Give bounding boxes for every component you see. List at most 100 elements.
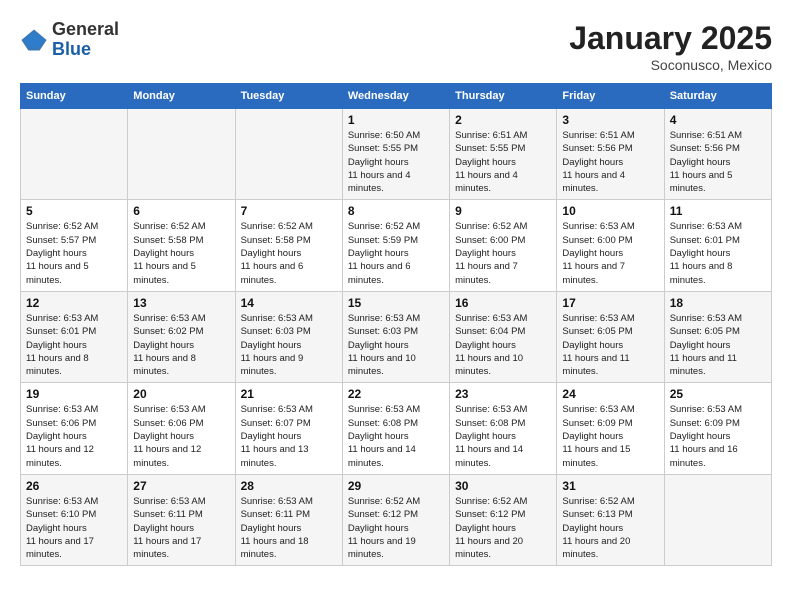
day-number: 29 xyxy=(348,479,444,493)
calendar-cell: 4 Sunrise: 6:51 AMSunset: 5:56 PMDaylight… xyxy=(664,109,771,200)
calendar-cell: 13 Sunrise: 6:53 AMSunset: 6:02 PMDayligh… xyxy=(128,291,235,382)
calendar-week-row: 1Sunrise: 6:50 AMSunset: 5:55 PMDaylight… xyxy=(21,109,772,200)
day-info: Sunrise: 6:51 AMSunset: 5:56 PMDaylight … xyxy=(670,129,766,195)
calendar-cell: 26Sunrise: 6:53 AMSunset: 6:10 PMDayligh… xyxy=(21,474,128,565)
calendar-cell: 20 Sunrise: 6:53 AMSunset: 6:06 PMDayligh… xyxy=(128,383,235,474)
calendar-cell: 2 Sunrise: 6:51 AMSunset: 5:55 PMDaylight… xyxy=(450,109,557,200)
calendar-week-row: 26Sunrise: 6:53 AMSunset: 6:10 PMDayligh… xyxy=(21,474,772,565)
calendar-cell xyxy=(21,109,128,200)
calendar-cell: 7Sunrise: 6:52 AMSunset: 5:58 PMDaylight… xyxy=(235,200,342,291)
calendar-week-row: 12 Sunrise: 6:53 AMSunset: 6:01 PMDayligh… xyxy=(21,291,772,382)
calendar-cell: 29Sunrise: 6:52 AMSunset: 6:12 PMDayligh… xyxy=(342,474,449,565)
calendar-cell: 3Sunrise: 6:51 AMSunset: 5:56 PMDaylight… xyxy=(557,109,664,200)
day-number: 4 xyxy=(670,113,766,127)
calendar-subtitle: Soconusco, Mexico xyxy=(569,57,772,73)
page-header: General Blue January 2025 Soconusco, Mex… xyxy=(20,20,772,73)
day-info: Sunrise: 6:50 AMSunset: 5:55 PMDaylight … xyxy=(348,129,444,195)
calendar-cell: 24 Sunrise: 6:53 AMSunset: 6:09 PMDayligh… xyxy=(557,383,664,474)
day-number: 11 xyxy=(670,204,766,218)
calendar-table: SundayMondayTuesdayWednesdayThursdayFrid… xyxy=(20,83,772,566)
day-info: Sunrise: 6:53 AMSunset: 6:07 PMDaylight … xyxy=(241,403,337,469)
day-number: 16 xyxy=(455,296,551,310)
day-number: 12 xyxy=(26,296,122,310)
calendar-cell: 28 Sunrise: 6:53 AMSunset: 6:11 PMDayligh… xyxy=(235,474,342,565)
day-info: Sunrise: 6:52 AMSunset: 5:57 PMDaylight … xyxy=(26,220,122,286)
day-info: Sunrise: 6:53 AMSunset: 6:01 PMDaylight … xyxy=(670,220,766,286)
calendar-cell: 1Sunrise: 6:50 AMSunset: 5:55 PMDaylight… xyxy=(342,109,449,200)
day-info: Sunrise: 6:53 AMSunset: 6:09 PMDaylight … xyxy=(670,403,766,469)
calendar-cell: 21 Sunrise: 6:53 AMSunset: 6:07 PMDayligh… xyxy=(235,383,342,474)
day-number: 8 xyxy=(348,204,444,218)
day-info: Sunrise: 6:53 AMSunset: 6:06 PMDaylight … xyxy=(26,403,122,469)
day-info: Sunrise: 6:53 AMSunset: 6:00 PMDaylight … xyxy=(562,220,658,286)
day-info: Sunrise: 6:53 AMSunset: 6:03 PMDaylight … xyxy=(241,312,337,378)
weekday-header: Sunday xyxy=(21,84,128,109)
calendar-header: SundayMondayTuesdayWednesdayThursdayFrid… xyxy=(21,84,772,109)
day-number: 24 xyxy=(562,387,658,401)
weekday-header: Wednesday xyxy=(342,84,449,109)
day-number: 15 xyxy=(348,296,444,310)
day-number: 28 xyxy=(241,479,337,493)
day-number: 25 xyxy=(670,387,766,401)
logo-text: General Blue xyxy=(52,20,119,60)
day-info: Sunrise: 6:52 AMSunset: 6:12 PMDaylight … xyxy=(455,495,551,561)
day-number: 13 xyxy=(133,296,229,310)
weekday-header-row: SundayMondayTuesdayWednesdayThursdayFrid… xyxy=(21,84,772,109)
weekday-header: Monday xyxy=(128,84,235,109)
calendar-cell: 12 Sunrise: 6:53 AMSunset: 6:01 PMDayligh… xyxy=(21,291,128,382)
day-info: Sunrise: 6:52 AMSunset: 5:58 PMDaylight … xyxy=(133,220,229,286)
day-info: Sunrise: 6:52 AMSunset: 6:13 PMDaylight … xyxy=(562,495,658,561)
weekday-header: Tuesday xyxy=(235,84,342,109)
calendar-cell: 15Sunrise: 6:53 AMSunset: 6:03 PMDayligh… xyxy=(342,291,449,382)
calendar-cell: 23Sunrise: 6:53 AMSunset: 6:08 PMDayligh… xyxy=(450,383,557,474)
calendar-cell: 16Sunrise: 6:53 AMSunset: 6:04 PMDayligh… xyxy=(450,291,557,382)
day-number: 5 xyxy=(26,204,122,218)
day-number: 19 xyxy=(26,387,122,401)
calendar-body: 1Sunrise: 6:50 AMSunset: 5:55 PMDaylight… xyxy=(21,109,772,566)
logo-general: General xyxy=(52,20,119,40)
calendar-cell: 19 Sunrise: 6:53 AMSunset: 6:06 PMDayligh… xyxy=(21,383,128,474)
calendar-cell: 18 Sunrise: 6:53 AMSunset: 6:05 PMDayligh… xyxy=(664,291,771,382)
logo-icon xyxy=(20,26,48,54)
weekday-header: Thursday xyxy=(450,84,557,109)
day-info: Sunrise: 6:53 AMSunset: 6:11 PMDaylight … xyxy=(241,495,337,561)
day-number: 22 xyxy=(348,387,444,401)
day-info: Sunrise: 6:53 AMSunset: 6:08 PMDaylight … xyxy=(455,403,551,469)
calendar-cell: 22 Sunrise: 6:53 AMSunset: 6:08 PMDayligh… xyxy=(342,383,449,474)
day-info: Sunrise: 6:53 AMSunset: 6:05 PMDaylight … xyxy=(562,312,658,378)
day-info: Sunrise: 6:52 AMSunset: 6:00 PMDaylight … xyxy=(455,220,551,286)
calendar-cell: 17Sunrise: 6:53 AMSunset: 6:05 PMDayligh… xyxy=(557,291,664,382)
day-info: Sunrise: 6:53 AMSunset: 6:08 PMDaylight … xyxy=(348,403,444,469)
day-number: 7 xyxy=(241,204,337,218)
calendar-cell xyxy=(664,474,771,565)
weekday-header: Saturday xyxy=(664,84,771,109)
calendar-cell xyxy=(128,109,235,200)
day-info: Sunrise: 6:53 AMSunset: 6:06 PMDaylight … xyxy=(133,403,229,469)
calendar-cell: 25 Sunrise: 6:53 AMSunset: 6:09 PMDayligh… xyxy=(664,383,771,474)
logo: General Blue xyxy=(20,20,119,60)
calendar-cell: 27 Sunrise: 6:53 AMSunset: 6:11 PMDayligh… xyxy=(128,474,235,565)
calendar-cell: 9 Sunrise: 6:52 AMSunset: 6:00 PMDaylight… xyxy=(450,200,557,291)
day-number: 31 xyxy=(562,479,658,493)
calendar-title: January 2025 xyxy=(569,20,772,57)
title-block: January 2025 Soconusco, Mexico xyxy=(569,20,772,73)
day-number: 27 xyxy=(133,479,229,493)
day-number: 21 xyxy=(241,387,337,401)
day-number: 9 xyxy=(455,204,551,218)
day-info: Sunrise: 6:53 AMSunset: 6:11 PMDaylight … xyxy=(133,495,229,561)
calendar-week-row: 19 Sunrise: 6:53 AMSunset: 6:06 PMDayligh… xyxy=(21,383,772,474)
day-number: 2 xyxy=(455,113,551,127)
day-info: Sunrise: 6:53 AMSunset: 6:05 PMDaylight … xyxy=(670,312,766,378)
day-number: 18 xyxy=(670,296,766,310)
calendar-cell: 30Sunrise: 6:52 AMSunset: 6:12 PMDayligh… xyxy=(450,474,557,565)
day-number: 20 xyxy=(133,387,229,401)
day-number: 6 xyxy=(133,204,229,218)
calendar-cell: 14Sunrise: 6:53 AMSunset: 6:03 PMDayligh… xyxy=(235,291,342,382)
day-info: Sunrise: 6:53 AMSunset: 6:09 PMDaylight … xyxy=(562,403,658,469)
day-info: Sunrise: 6:51 AMSunset: 5:55 PMDaylight … xyxy=(455,129,551,195)
calendar-cell xyxy=(235,109,342,200)
logo-blue: Blue xyxy=(52,40,119,60)
day-info: Sunrise: 6:53 AMSunset: 6:02 PMDaylight … xyxy=(133,312,229,378)
calendar-week-row: 5 Sunrise: 6:52 AMSunset: 5:57 PMDaylight… xyxy=(21,200,772,291)
day-info: Sunrise: 6:53 AMSunset: 6:01 PMDaylight … xyxy=(26,312,122,378)
